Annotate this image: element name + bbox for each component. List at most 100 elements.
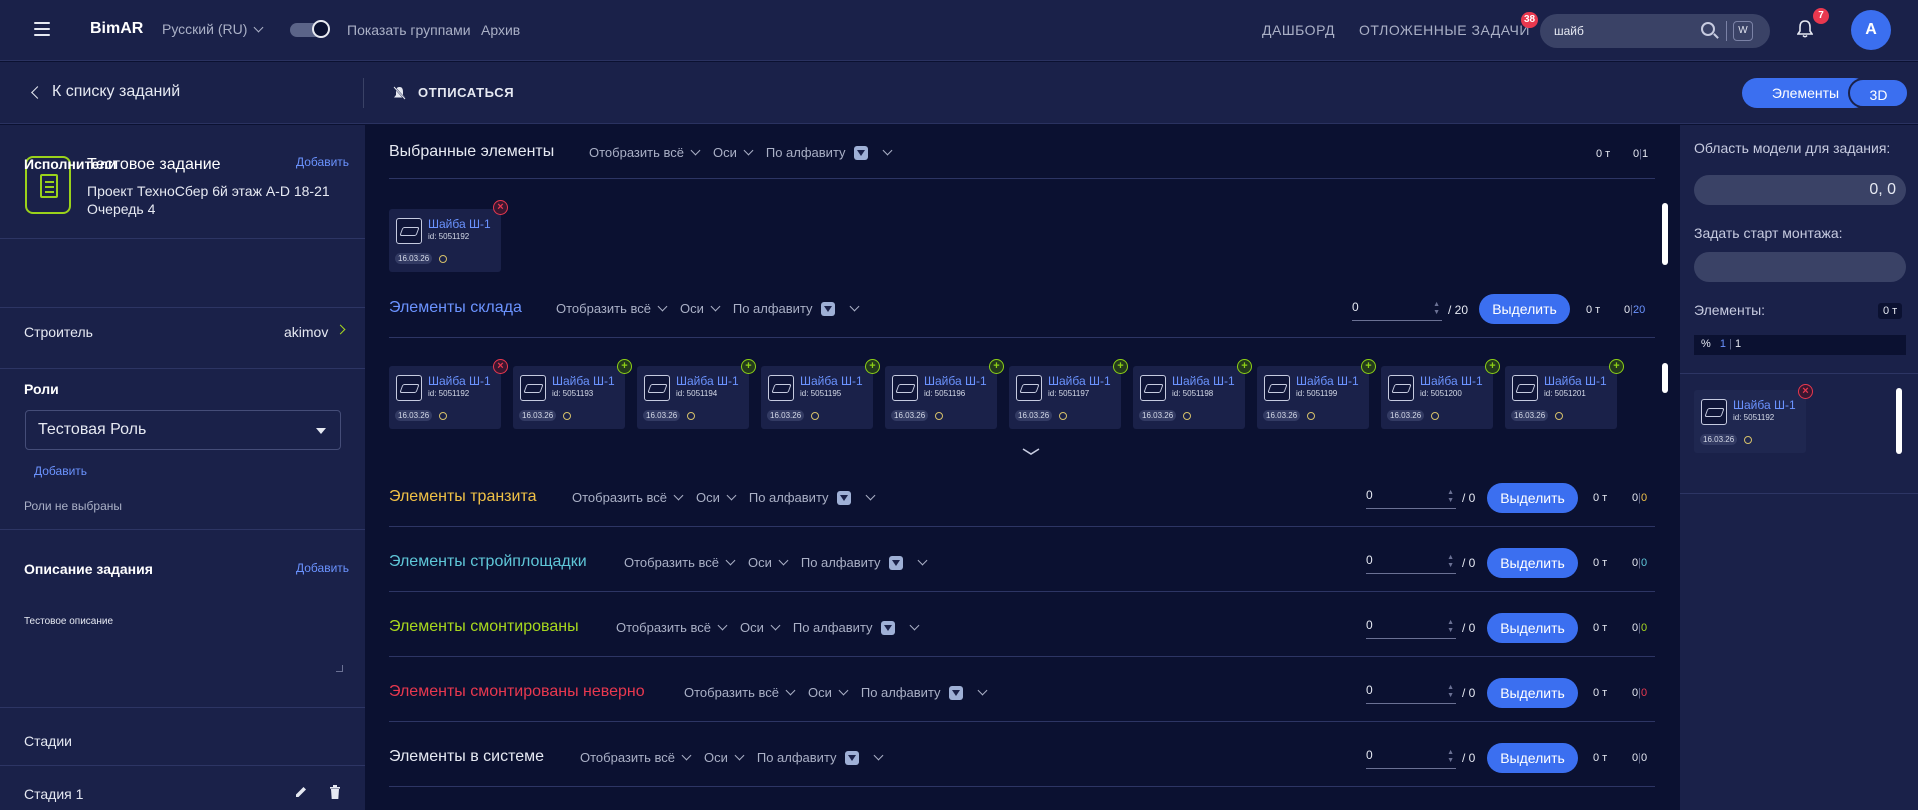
chevron-down-icon[interactable] [657, 301, 668, 312]
sort-dropdown[interactable]: По алфавиту [861, 685, 941, 700]
element-card[interactable]: Шайба Ш-1 id: 5051200 16.03.26 [1381, 366, 1493, 429]
edit-icon[interactable] [294, 785, 308, 799]
scrollbar-thumb[interactable] [1662, 203, 1668, 265]
chevron-down-icon[interactable] [785, 685, 796, 696]
nav-dashboard[interactable]: ДАШБОРД [1262, 22, 1335, 38]
chevron-down-icon[interactable] [882, 145, 892, 156]
theme-toggle[interactable] [290, 20, 330, 38]
element-name[interactable]: Шайба Ш-1 [1048, 374, 1111, 388]
remove-icon[interactable]: × [493, 200, 508, 215]
add-icon[interactable]: + [865, 359, 880, 374]
element-card[interactable]: Шайба Ш-1 id: 5051192 16.03.26 [1694, 390, 1806, 453]
add-icon[interactable]: + [1237, 359, 1252, 374]
axes-dropdown[interactable]: Оси [740, 620, 764, 635]
element-name[interactable]: Шайба Ш-1 [552, 374, 615, 388]
element-name[interactable]: Шайба Ш-1 [428, 217, 491, 231]
archive-link[interactable]: Архив [481, 22, 520, 38]
search-icon[interactable] [1701, 22, 1715, 36]
chevron-down-icon[interactable] [838, 685, 849, 696]
avatar[interactable]: A [1851, 10, 1891, 50]
3d-button[interactable]: 3D [1848, 78, 1909, 108]
element-card[interactable]: Шайба Ш-1 id: 5051196 16.03.26 [885, 366, 997, 429]
chevron-down-icon[interactable] [849, 301, 859, 312]
show-all-dropdown[interactable]: Отобразить всё [589, 145, 684, 160]
chevron-down-icon[interactable] [743, 145, 754, 156]
element-card[interactable]: Шайба Ш-1 id: 5051194 16.03.26 [637, 366, 749, 429]
add-icon[interactable]: + [1361, 359, 1376, 374]
axes-dropdown[interactable]: Оси [704, 750, 728, 765]
add-icon[interactable]: + [617, 359, 632, 374]
chevron-down-icon[interactable] [917, 555, 927, 566]
element-card[interactable]: Шайба Ш-1 id: 5051192 16.03.26 [389, 209, 501, 272]
show-all-dropdown[interactable]: Отобразить всё [556, 301, 651, 316]
chevron-down-icon[interactable] [873, 750, 883, 761]
axes-dropdown[interactable]: Оси [808, 685, 832, 700]
sort-dropdown[interactable]: По алфавиту [801, 555, 881, 570]
element-card[interactable]: Шайба Ш-1 id: 5051192 16.03.26 [389, 366, 501, 429]
element-name[interactable]: Шайба Ш-1 [1544, 374, 1607, 388]
element-card[interactable]: Шайба Ш-1 id: 5051201 16.03.26 [1505, 366, 1617, 429]
chevron-down-icon[interactable] [977, 685, 987, 696]
sort-dropdown[interactable]: По алфавиту [793, 620, 873, 635]
site-quantity-input[interactable]: 0 ▲ ▼ [1366, 552, 1456, 574]
chevron-down-icon[interactable] [725, 555, 736, 566]
element-name[interactable]: Шайба Ш-1 [428, 374, 491, 388]
add-icon[interactable]: + [1113, 359, 1128, 374]
show-all-dropdown[interactable]: Отобразить всё [572, 490, 667, 505]
sort-dropdown[interactable]: По алфавиту [766, 145, 846, 160]
chevron-down-icon[interactable] [778, 555, 789, 566]
element-name[interactable]: Шайба Ш-1 [676, 374, 739, 388]
show-all-dropdown[interactable]: Отобразить всё [684, 685, 779, 700]
element-card[interactable]: Шайба Ш-1 id: 5051198 16.03.26 [1133, 366, 1245, 429]
expand-chevron[interactable] [1022, 443, 1040, 455]
chevron-down-icon[interactable] [673, 490, 684, 501]
chevron-down-icon[interactable] [734, 750, 745, 761]
transit-quantity-input[interactable]: 0 ▲ ▼ [1366, 487, 1456, 509]
axes-dropdown[interactable]: Оси [680, 301, 704, 316]
language-select[interactable]: Русский (RU) [162, 21, 264, 37]
site-select-button[interactable]: Выделить [1487, 548, 1578, 578]
show-all-dropdown[interactable]: Отобразить всё [624, 555, 719, 570]
axes-dropdown[interactable]: Оси [713, 145, 737, 160]
chevron-down-icon[interactable] [681, 750, 692, 761]
mounted-select-button[interactable]: Выделить [1487, 613, 1578, 643]
description-text[interactable]: Тестовое описание [24, 616, 113, 627]
scrollbar-thumb[interactable] [1662, 363, 1668, 393]
menu-icon[interactable] [34, 22, 50, 36]
axes-dropdown[interactable]: Оси [748, 555, 772, 570]
chevron-down-icon[interactable] [1022, 448, 1040, 456]
remove-icon[interactable]: × [493, 359, 508, 374]
transit-select-button[interactable]: Выделить [1487, 483, 1578, 513]
role-select[interactable]: Тестовая Роль [25, 410, 341, 450]
nav-deferred-tasks[interactable]: ОТЛОЖЕННЫЕ ЗАДАЧИ [1359, 22, 1530, 38]
element-card[interactable]: Шайба Ш-1 id: 5051197 16.03.26 [1009, 366, 1121, 429]
add-icon[interactable]: + [989, 359, 1004, 374]
add-icon[interactable]: + [741, 359, 756, 374]
bell-icon[interactable] [1797, 20, 1813, 38]
scrollbar-thumb[interactable] [1896, 388, 1902, 454]
chevron-down-icon[interactable] [726, 490, 737, 501]
add-description-button[interactable]: Добавить [296, 561, 349, 575]
trash-icon[interactable] [329, 785, 341, 799]
show-all-dropdown[interactable]: Отобразить всё [580, 750, 675, 765]
resize-handle[interactable] [336, 665, 343, 672]
element-card[interactable]: Шайба Ш-1 id: 5051195 16.03.26 [761, 366, 873, 429]
element-name[interactable]: Шайба Ш-1 [1420, 374, 1483, 388]
sort-dropdown[interactable]: По алфавиту [749, 490, 829, 505]
remove-icon[interactable]: × [1798, 384, 1813, 399]
chevron-down-icon[interactable] [865, 490, 875, 501]
add-role-button[interactable]: Добавить [34, 464, 87, 478]
wrong-quantity-input[interactable]: 0 ▲ ▼ [1366, 682, 1456, 704]
chevron-down-icon[interactable] [710, 301, 721, 312]
start-input[interactable] [1694, 252, 1906, 282]
chevron-down-icon[interactable] [909, 620, 919, 631]
element-name[interactable]: Шайба Ш-1 [1296, 374, 1359, 388]
axes-dropdown[interactable]: Оси [696, 490, 720, 505]
element-card[interactable]: Шайба Ш-1 id: 5051199 16.03.26 [1257, 366, 1369, 429]
sort-dropdown[interactable]: По алфавиту [757, 750, 837, 765]
add-icon[interactable]: + [1609, 359, 1624, 374]
mounted-quantity-input[interactable]: 0 ▲ ▼ [1366, 617, 1456, 639]
warehouse-quantity-input[interactable]: 0 ▲ ▼ [1352, 299, 1442, 321]
element-card[interactable]: Шайба Ш-1 id: 5051193 16.03.26 [513, 366, 625, 429]
element-name[interactable]: Шайба Ш-1 [1172, 374, 1235, 388]
